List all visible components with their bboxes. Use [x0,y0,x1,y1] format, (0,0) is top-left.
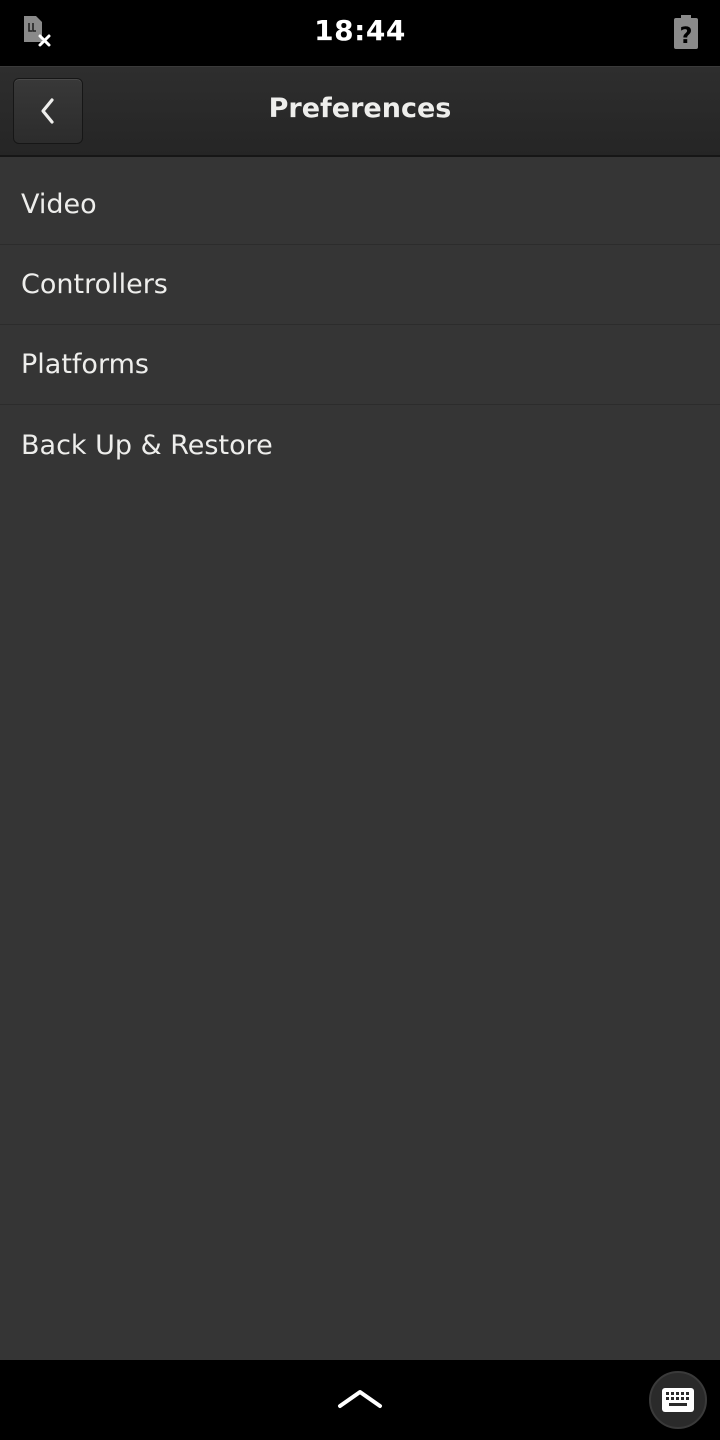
preferences-item-controllers[interactable]: Controllers [0,245,720,325]
preferences-item-video[interactable]: Video [0,157,720,245]
preferences-item-platforms[interactable]: Platforms [0,325,720,405]
keyboard-toggle-button[interactable] [649,1371,707,1429]
page-title: Preferences [268,93,452,124]
header-bar: Preferences [0,66,720,157]
battery-unknown-icon: ? [674,15,698,49]
chevron-up-icon[interactable] [336,1384,384,1414]
preferences-item-back-up-restore[interactable]: Back Up & Restore [0,405,720,485]
preferences-content: Video Controllers Platforms Back Up & Re… [0,157,720,1360]
preferences-list: Video Controllers Platforms Back Up & Re… [0,157,720,485]
svg-text:?: ? [680,24,693,49]
bottom-bar [0,1360,720,1440]
status-bar: 18:44 ? [0,0,720,66]
clock: 18:44 [314,14,406,47]
keyboard-icon [662,1388,694,1412]
